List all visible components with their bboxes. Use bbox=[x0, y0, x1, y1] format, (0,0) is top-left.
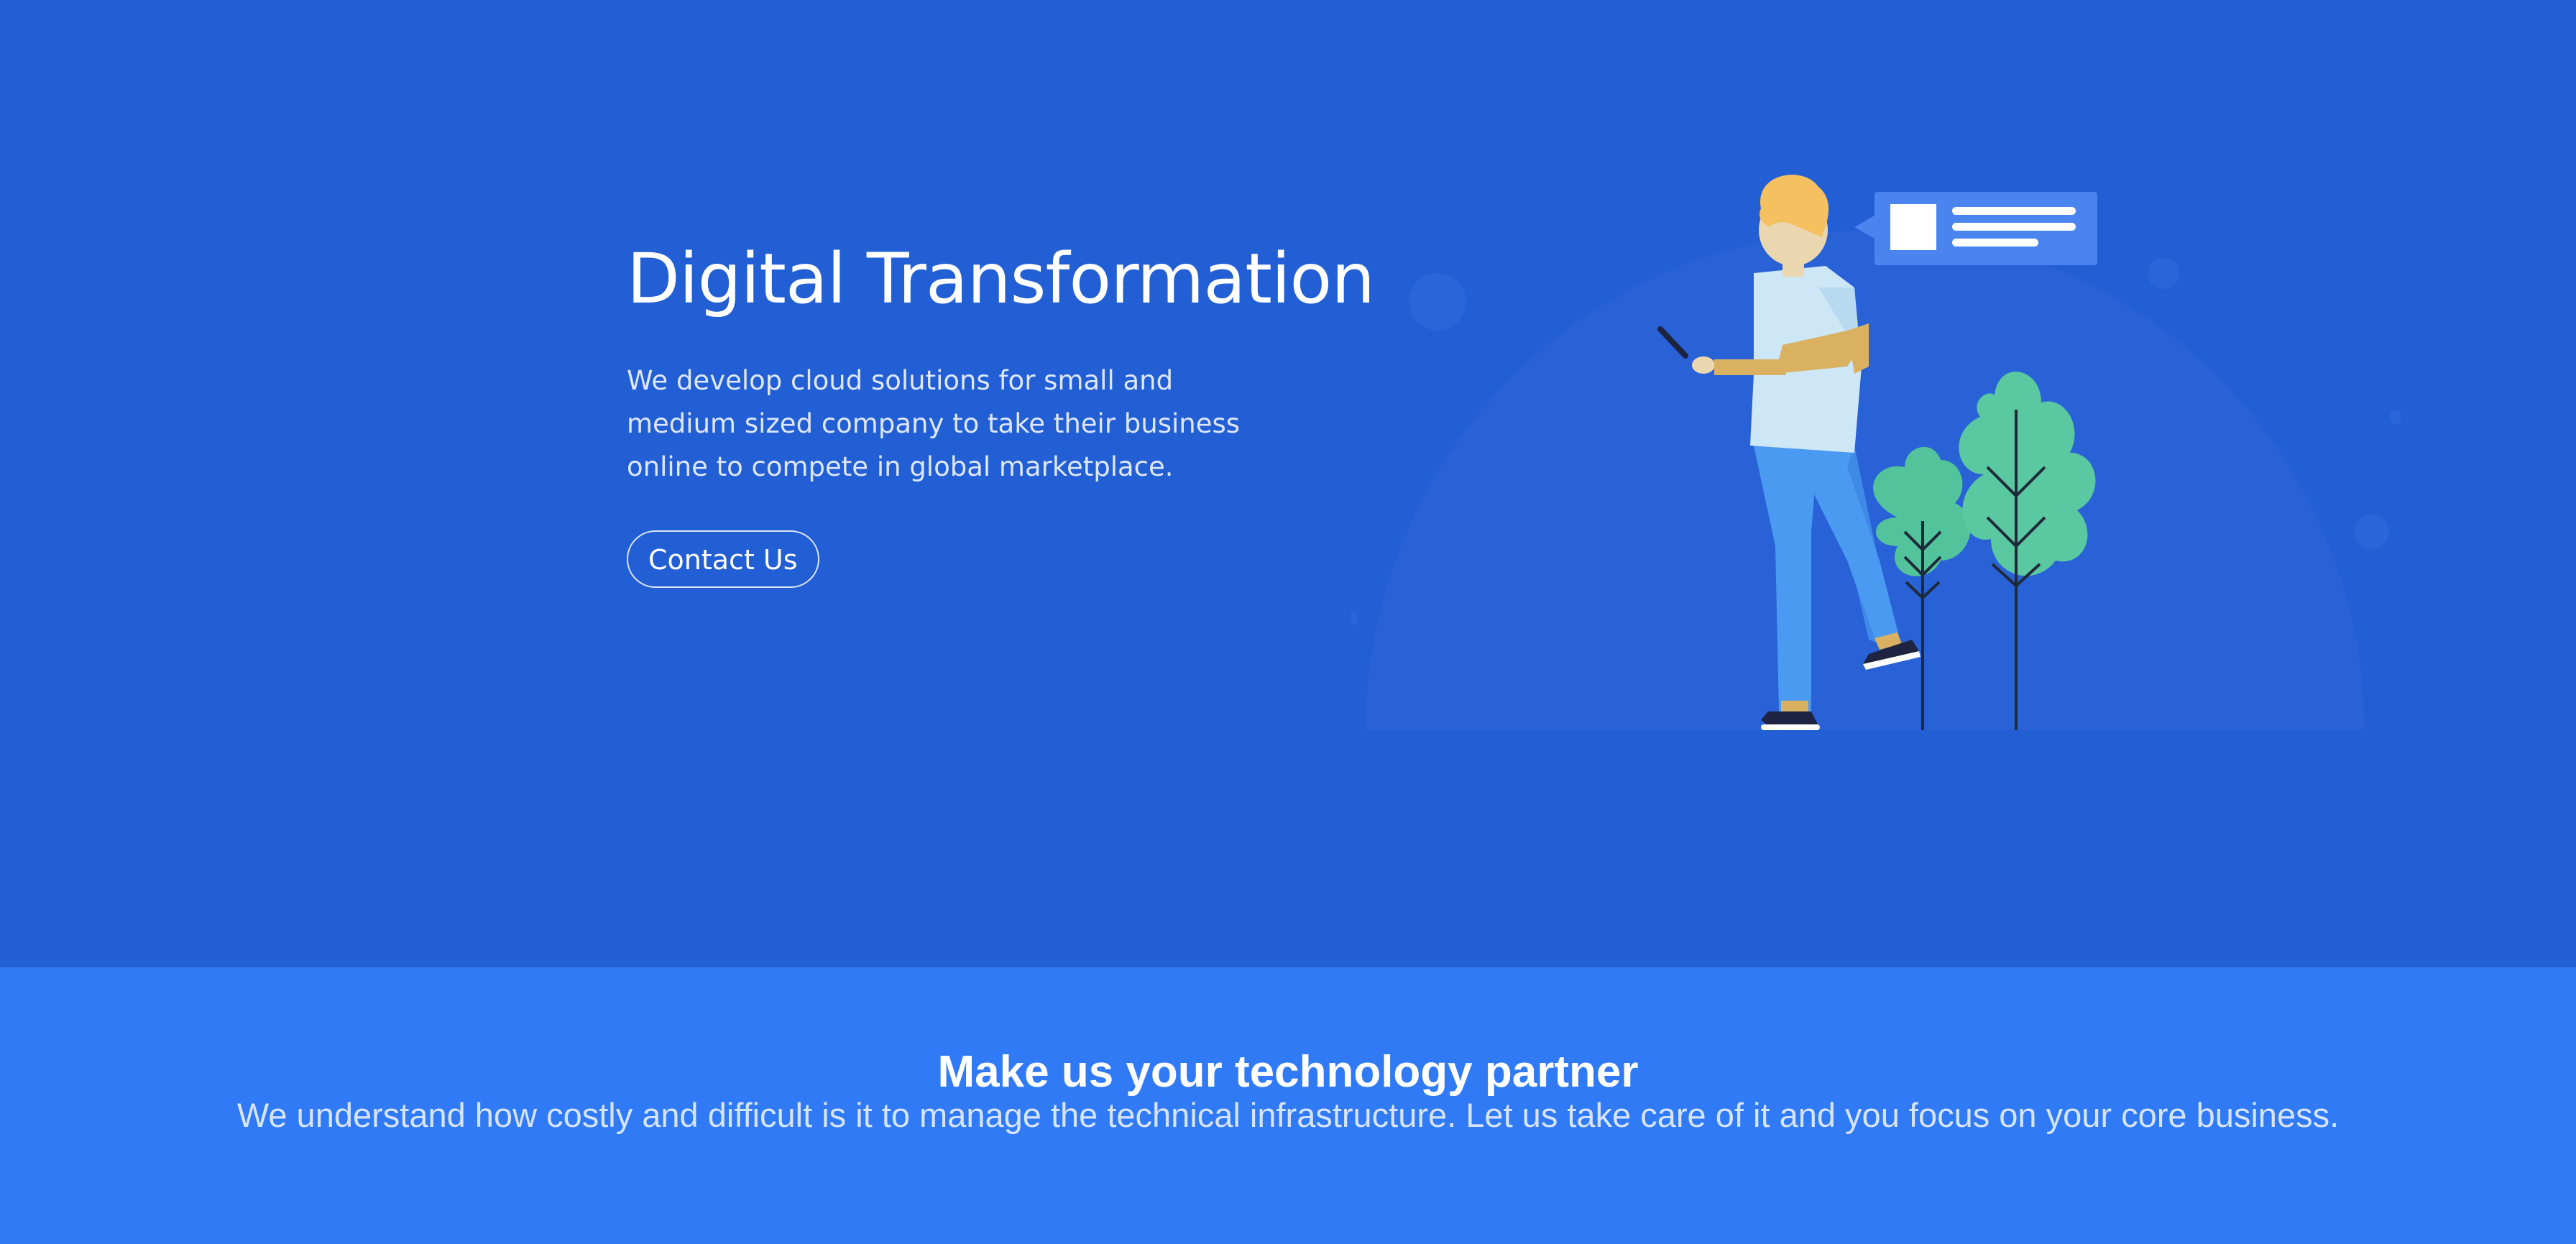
background-dome bbox=[1366, 231, 2365, 730]
decor-circle bbox=[1351, 611, 1358, 625]
decor-circle bbox=[2355, 515, 2389, 549]
partner-subtitle: We understand how costly and difficult i… bbox=[236, 1096, 2340, 1134]
partner-section: Make us your technology partner We under… bbox=[0, 967, 2576, 1244]
hero-title: Digital Transformation bbox=[627, 239, 1375, 319]
hero-description: We develop cloud solutions for small and… bbox=[627, 365, 1241, 482]
contact-us-button[interactable]: Contact Us bbox=[627, 530, 819, 588]
hero-section: Digital Transformation We develop cloud … bbox=[0, 0, 2576, 967]
decor-circle bbox=[1409, 273, 1466, 331]
partner-title: Make us your technology partner bbox=[937, 1047, 1639, 1097]
hero-content: Digital Transformation We develop cloud … bbox=[627, 237, 1375, 588]
person-using-phone-illustration bbox=[1351, 175, 2401, 730]
decor-circle bbox=[2390, 410, 2401, 424]
decor-circle bbox=[2148, 257, 2179, 289]
message-bubble-icon bbox=[1854, 192, 2097, 265]
